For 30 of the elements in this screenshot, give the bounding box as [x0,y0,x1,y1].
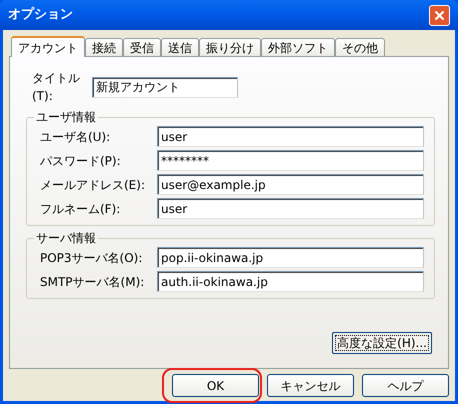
field-label: パスワード(P): [39,152,122,170]
close-icon [434,10,445,20]
input-field[interactable]: auth.ii-okinawa.jp [157,271,424,292]
input-field[interactable]: user [157,198,424,219]
tab[interactable]: その他 [335,38,385,56]
tab[interactable]: アカウント [11,36,85,57]
dialog-button[interactable]: ヘルプ [362,374,449,397]
window-title: オプション [8,6,73,24]
tab[interactable]: 振り分け [199,38,261,56]
close-button[interactable] [429,4,450,26]
dialog-button[interactable]: OK [172,374,259,397]
tab[interactable]: 接続 [85,38,123,56]
dialog-button[interactable]: キャンセル [267,374,354,397]
field-label: フルネーム(F): [39,200,122,218]
group-title: サーバ情報 [35,230,97,247]
tab[interactable]: 受信 [123,38,161,56]
tab[interactable]: 外部ソフト [261,38,335,56]
advanced-settings-button[interactable]: 高度な設定(H)... [332,332,432,354]
input-field[interactable]: user [157,126,424,147]
group-title: ユーザ情報 [35,109,97,126]
title-field[interactable]: 新規アカウント [92,76,238,98]
input-field[interactable]: pop.ii-okinawa.jp [157,247,424,268]
field-label: POP3サーバ名(O): [39,250,144,266]
input-field[interactable]: ******** [157,150,424,171]
field-label: メールアドレス(E): [39,176,146,194]
tab[interactable]: 送信 [161,38,199,56]
field-label: SMTPサーバ名(M): [39,274,146,290]
field-label: ユーザ名(U): [39,128,112,146]
input-field[interactable]: user@example.jp [157,174,424,195]
field-label: タイトル(T): [32,70,81,105]
